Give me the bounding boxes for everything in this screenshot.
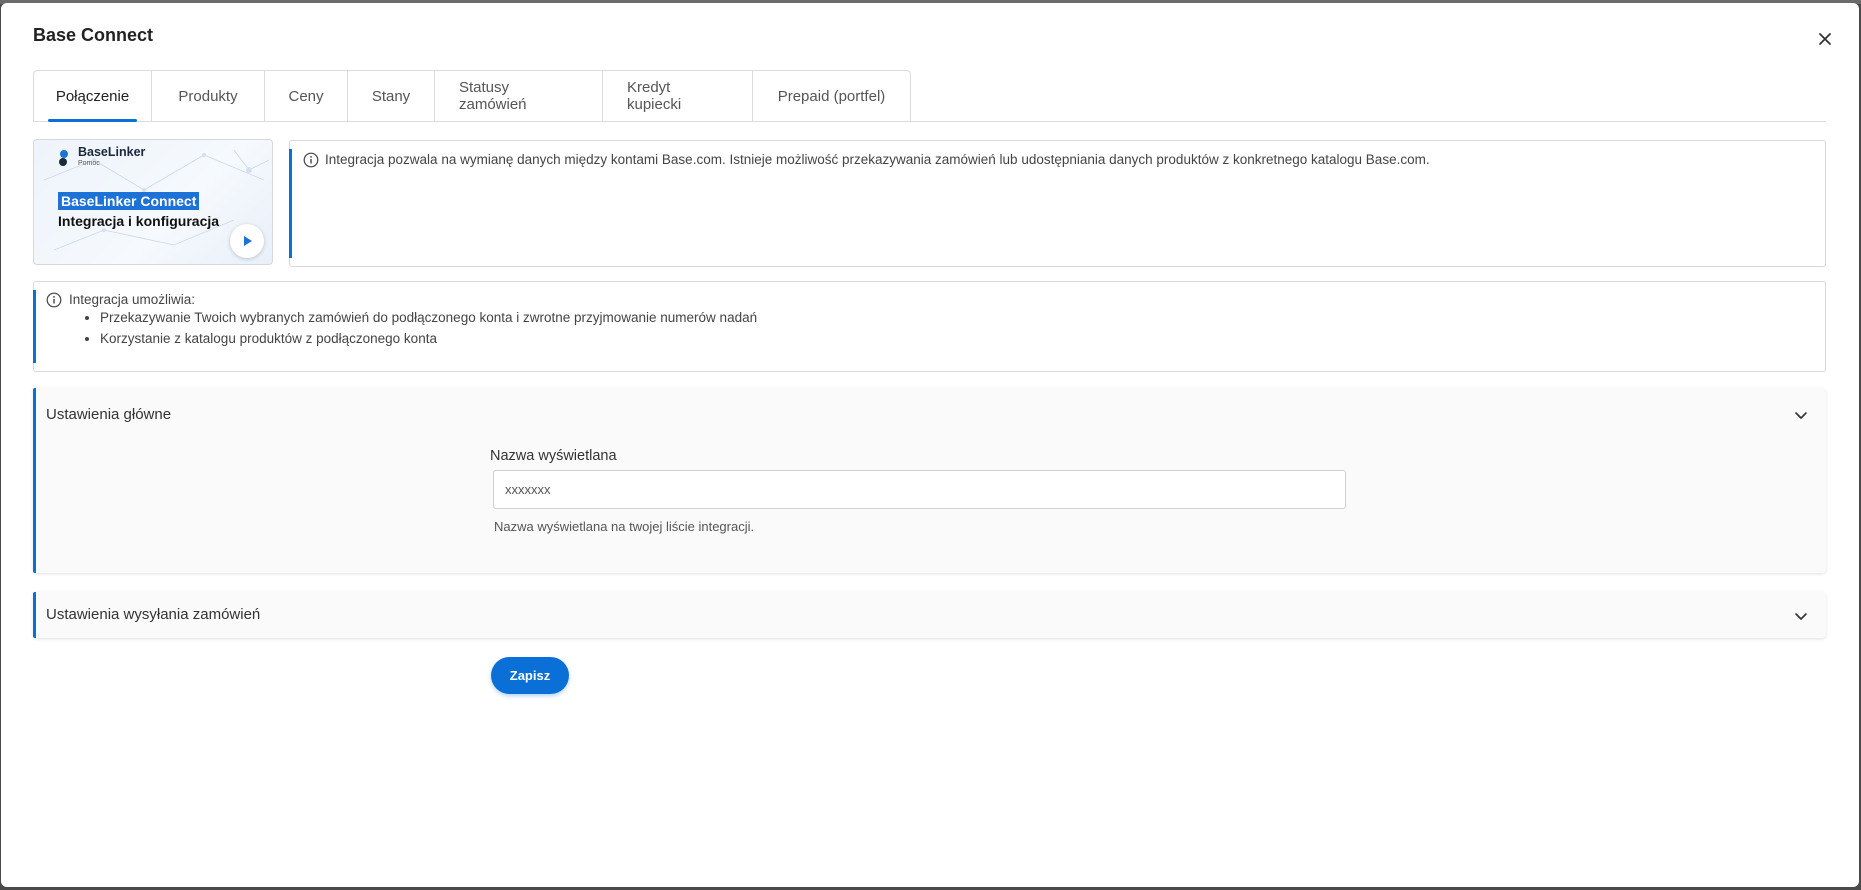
tab-ceny[interactable]: Ceny: [265, 70, 348, 122]
integration-features-box: Integracja umożliwia: Przekazywanie Twoi…: [33, 281, 1826, 372]
close-icon: [1819, 33, 1831, 45]
close-button[interactable]: [1813, 27, 1837, 51]
tab-polaczenie[interactable]: Połączenie: [33, 70, 152, 122]
video-title-highlight: BaseLinker Connect: [58, 192, 200, 210]
list-item: Korzystanie z katalogu produktów z podłą…: [100, 328, 757, 349]
integration-info-box: Integracja pozwala na wymianę danych mię…: [289, 140, 1826, 267]
logo-subtitle: Pomoc: [78, 160, 100, 167]
order-sending-header[interactable]: Ustawienia wysyłania zamówień: [46, 606, 260, 623]
baselinker-logo-icon: [59, 150, 68, 166]
play-button[interactable]: [230, 224, 264, 258]
tab-stany[interactable]: Stany: [348, 70, 435, 122]
tab-produkty[interactable]: Produkty: [152, 70, 265, 122]
logo-name: BaseLinker: [78, 145, 146, 159]
main-settings-section: Ustawienia główne Nazwa wyświetlana Nazw…: [33, 388, 1826, 573]
play-icon: [244, 236, 252, 246]
save-button[interactable]: Zapisz: [491, 657, 569, 694]
list-item: Przekazywanie Twoich wybranych zamówień …: [100, 307, 757, 328]
features-heading: Integracja umożliwia:: [69, 292, 196, 307]
display-name-input[interactable]: [493, 470, 1346, 509]
info-icon: [46, 292, 62, 308]
info-icon: [303, 152, 319, 168]
tab-statusy-zamowien[interactable]: Statusy zamówień: [435, 70, 603, 122]
chevron-down-icon[interactable]: [1794, 408, 1808, 422]
main-settings-header[interactable]: Ustawienia główne: [46, 406, 171, 423]
video-title: Integracja i konfiguracja: [58, 213, 220, 229]
integration-description: Integracja pozwala na wymianę danych mię…: [325, 152, 1430, 167]
display-name-label: Nazwa wyświetlana: [490, 448, 617, 464]
tab-prepaid-portfel[interactable]: Prepaid (portfel): [753, 70, 911, 122]
features-list: Przekazywanie Twoich wybranych zamówień …: [74, 307, 757, 349]
help-video-thumbnail[interactable]: BaseLinker Pomoc BaseLinker Connect Inte…: [33, 139, 273, 265]
display-name-help: Nazwa wyświetlana na twojej liście integ…: [494, 519, 755, 534]
tab-kredyt-kupiecki[interactable]: Kredyt kupiecki: [603, 70, 753, 122]
order-sending-section: Ustawienia wysyłania zamówień: [33, 592, 1826, 638]
chevron-down-icon[interactable]: [1794, 609, 1808, 623]
modal-title: Base Connect: [33, 25, 154, 45]
tab-bar: Połączenie Produkty Ceny Stany Statusy z…: [33, 70, 911, 125]
baselinker-logo: BaseLinker Pomoc: [58, 146, 145, 170]
base-connect-modal: Base Connect Połączenie Produkty Ceny St…: [1, 3, 1859, 887]
